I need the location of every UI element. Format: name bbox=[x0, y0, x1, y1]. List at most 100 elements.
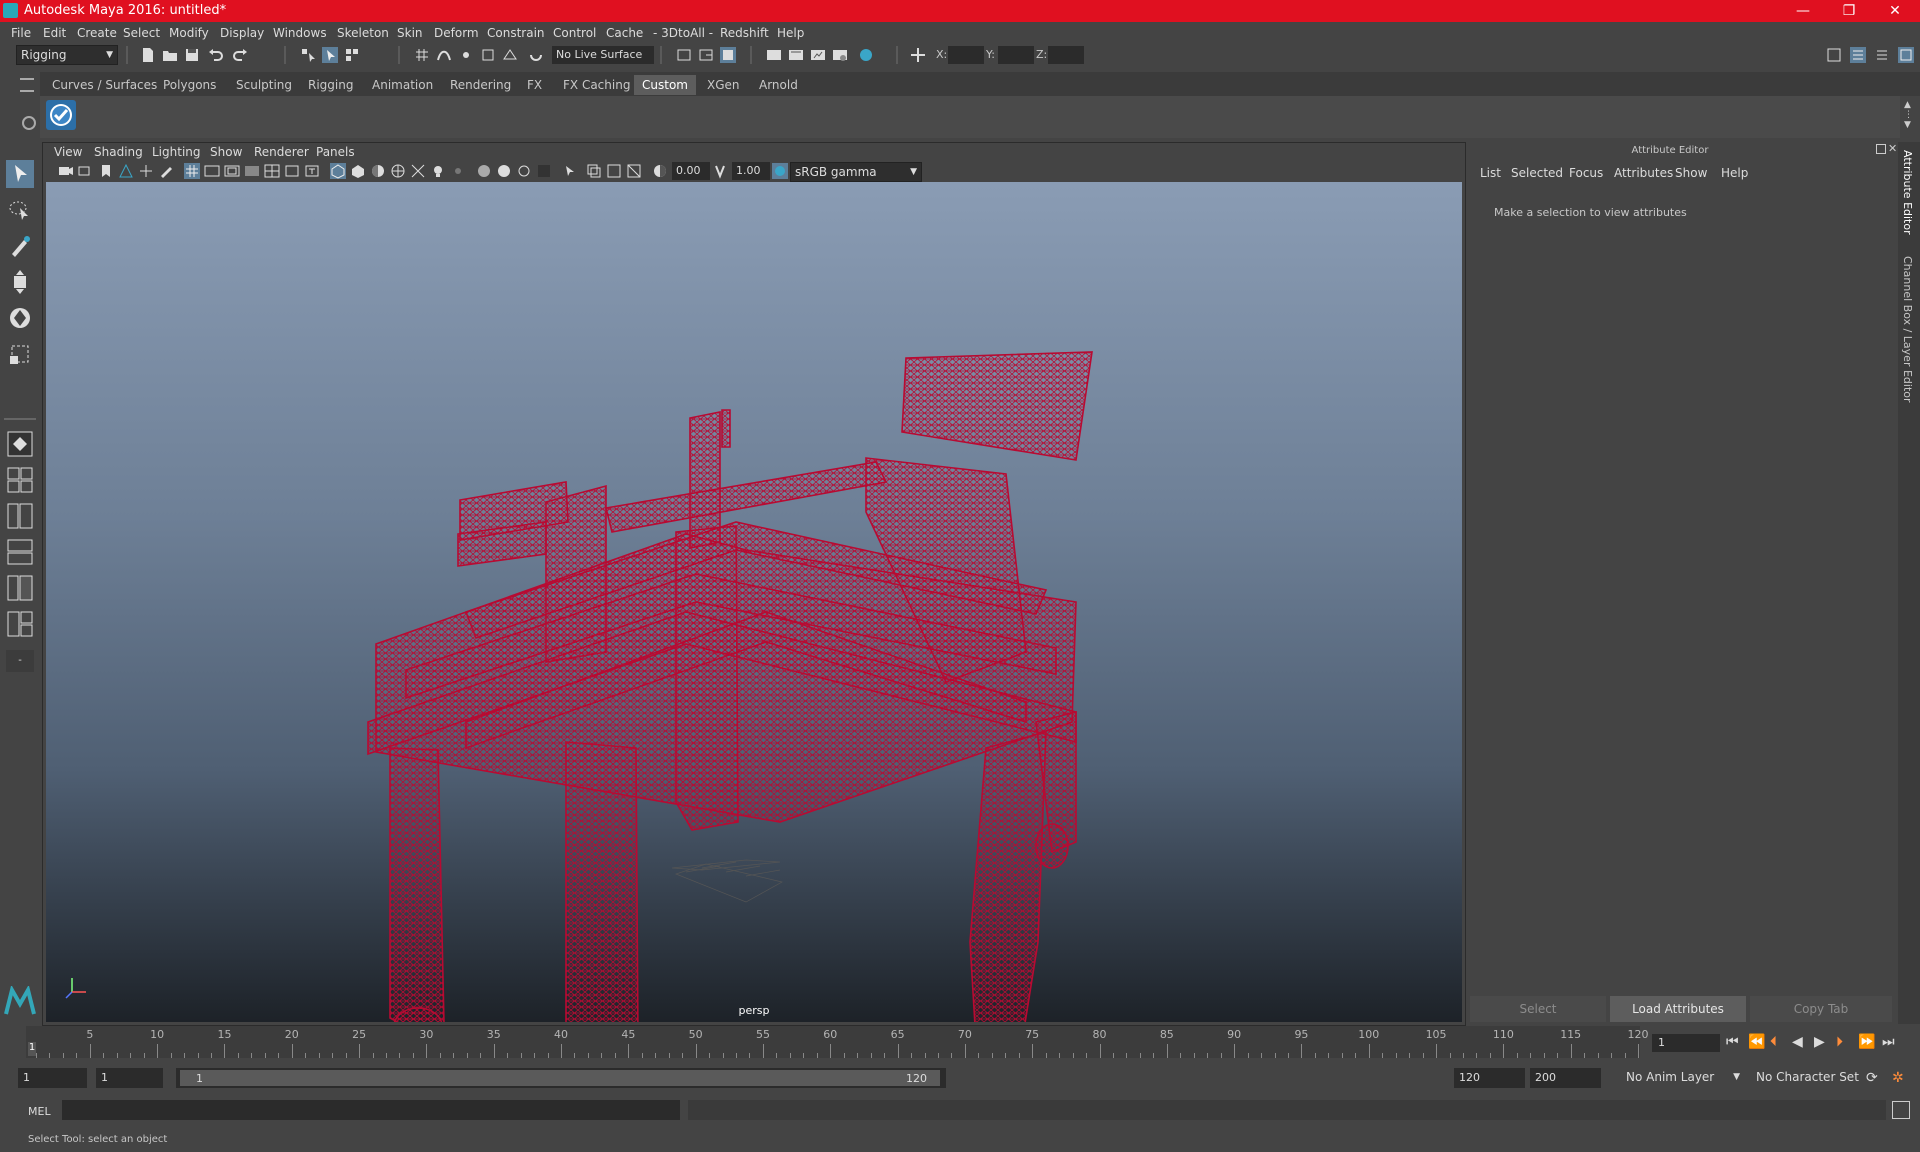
time-slider[interactable]: 5 10 15 20 25 30 35 40 45 50 55 60 65 70 75 80 85 90 95 100… bbox=[26, 1026, 1649, 1058]
safe-title-icon[interactable] bbox=[304, 163, 320, 179]
tool-settings-icon[interactable] bbox=[1874, 47, 1890, 63]
outliner-persp-layout-icon[interactable] bbox=[6, 574, 34, 602]
close-button[interactable]: ✕ bbox=[1872, 0, 1918, 22]
shelf-tab-fx[interactable]: FX bbox=[519, 75, 550, 95]
persp-trax-layout-icon[interactable] bbox=[6, 610, 34, 638]
viewport-menu-panels[interactable]: Panels bbox=[316, 145, 355, 159]
field-chart-icon[interactable] bbox=[264, 163, 280, 179]
shelf-tab-xgen[interactable]: XGen bbox=[699, 75, 748, 95]
menuset-dropdown[interactable]: Rigging ▼ bbox=[16, 45, 118, 65]
default-material-icon[interactable] bbox=[370, 163, 386, 179]
shelf-tab-polygons[interactable]: Polygons bbox=[155, 75, 224, 95]
input-ops-icon[interactable] bbox=[676, 47, 692, 63]
toolbox-more-button[interactable]: - bbox=[6, 650, 34, 672]
save-scene-icon[interactable] bbox=[184, 47, 200, 63]
select-tool-icon[interactable] bbox=[6, 160, 34, 188]
step-back-key-icon[interactable]: ⏪ bbox=[1748, 1034, 1765, 1050]
snap-grid-icon[interactable] bbox=[414, 47, 430, 63]
command-input[interactable] bbox=[62, 1100, 680, 1120]
shelf-tab-custom[interactable]: Custom bbox=[634, 75, 696, 95]
ae-menu-help[interactable]: Help bbox=[1721, 166, 1748, 180]
menu-redshift[interactable]: Redshift bbox=[720, 26, 769, 40]
output-ops-icon[interactable] bbox=[698, 47, 714, 63]
step-forward-key-icon[interactable]: ⏩ bbox=[1858, 1034, 1875, 1050]
side-tab-attribute-editor[interactable]: Attribute Editor bbox=[1901, 150, 1914, 235]
shelf-settings-icon[interactable] bbox=[22, 116, 36, 130]
viewport-menu-show[interactable]: Show bbox=[210, 145, 242, 159]
y-field[interactable] bbox=[998, 46, 1034, 64]
camera-attributes-icon[interactable] bbox=[78, 163, 94, 179]
render-frame-icon[interactable] bbox=[788, 47, 804, 63]
2d-pan-zoom-icon[interactable] bbox=[138, 163, 154, 179]
exposure-field[interactable]: 0.00 bbox=[672, 162, 710, 180]
menu-display[interactable]: Display bbox=[220, 26, 264, 40]
wireframe-machine-model[interactable] bbox=[46, 182, 1462, 1022]
anim-layer-dropdown[interactable]: No Anim Layer ▼ bbox=[1622, 1068, 1742, 1088]
menu-control[interactable]: Control bbox=[553, 26, 596, 40]
shelf-tab-arnold[interactable]: Arnold bbox=[751, 75, 806, 95]
render-view-icon[interactable] bbox=[766, 47, 782, 63]
smooth-shade-icon[interactable] bbox=[350, 163, 366, 179]
exposure-icon[interactable] bbox=[652, 163, 668, 179]
grease-pencil-icon[interactable] bbox=[158, 163, 174, 179]
resolution-gate-icon[interactable] bbox=[224, 163, 240, 179]
viewport-menu-view[interactable]: View bbox=[54, 145, 82, 159]
move-tool-icon[interactable] bbox=[6, 268, 34, 296]
viewport-menu-shading[interactable]: Shading bbox=[94, 145, 143, 159]
menu-file[interactable]: File bbox=[11, 26, 31, 40]
range-slider-bar[interactable] bbox=[180, 1070, 940, 1086]
select-component-icon[interactable] bbox=[344, 47, 360, 63]
bookmark-icon[interactable] bbox=[98, 163, 114, 179]
menu-select[interactable]: Select bbox=[123, 26, 160, 40]
script-editor-icon[interactable] bbox=[1892, 1101, 1910, 1119]
persp-outliner-layout-icon[interactable] bbox=[6, 502, 34, 530]
persp-graph-layout-icon[interactable] bbox=[6, 538, 34, 566]
shelf-tab-animation[interactable]: Animation bbox=[364, 75, 441, 95]
undo-icon[interactable] bbox=[208, 47, 224, 63]
modeling-toolkit-icon[interactable] bbox=[1826, 47, 1842, 63]
shelf-tab-fx-caching[interactable]: FX Caching bbox=[555, 75, 638, 95]
film-gate-icon[interactable] bbox=[204, 163, 220, 179]
shelf-tab-rigging[interactable]: Rigging bbox=[300, 75, 361, 95]
make-live-icon[interactable] bbox=[528, 47, 544, 63]
playback-start-field[interactable]: 1 bbox=[96, 1068, 163, 1088]
minimize-button[interactable]: — bbox=[1780, 0, 1826, 22]
snap-view-plane-icon[interactable] bbox=[480, 47, 496, 63]
grid-toggle-icon[interactable] bbox=[184, 163, 200, 179]
ae-menu-attributes[interactable]: Attributes bbox=[1614, 166, 1673, 180]
shadows-icon[interactable] bbox=[450, 163, 466, 179]
script-language-label[interactable]: MEL bbox=[28, 1105, 51, 1118]
camera-select-icon[interactable] bbox=[58, 163, 74, 179]
menu-cache[interactable]: Cache bbox=[606, 26, 643, 40]
menu-edit[interactable]: Edit bbox=[43, 26, 66, 40]
wireframe-on-shaded-icon[interactable] bbox=[390, 163, 406, 179]
perspective-viewport[interactable]: persp bbox=[46, 182, 1462, 1022]
transform-mode-icon[interactable] bbox=[910, 47, 926, 63]
textured-icon[interactable] bbox=[410, 163, 426, 179]
xray-joints-icon[interactable] bbox=[606, 163, 622, 179]
ae-menu-show[interactable]: Show bbox=[1675, 166, 1707, 180]
side-tab-channel-box[interactable]: Channel Box / Layer Editor bbox=[1901, 256, 1914, 403]
live-surface-field[interactable]: No Live Surface bbox=[552, 46, 654, 64]
new-scene-icon[interactable] bbox=[140, 47, 156, 63]
z-field[interactable] bbox=[1048, 46, 1084, 64]
current-frame-field[interactable]: 1 bbox=[1652, 1034, 1720, 1052]
construction-history-icon[interactable] bbox=[720, 47, 736, 63]
viewport-menu-renderer[interactable]: Renderer bbox=[254, 145, 309, 159]
paint-select-tool-icon[interactable] bbox=[6, 232, 34, 260]
gate-mask-icon[interactable] bbox=[244, 163, 260, 179]
render-settings-icon[interactable] bbox=[832, 47, 848, 63]
step-forward-frame-icon[interactable]: ⏵ bbox=[1836, 1034, 1843, 1050]
menu-create[interactable]: Create bbox=[77, 26, 117, 40]
play-backwards-icon[interactable]: ◀ bbox=[1792, 1034, 1803, 1050]
menu-constrain[interactable]: Constrain bbox=[487, 26, 545, 40]
motion-blur-icon[interactable] bbox=[496, 163, 512, 179]
ae-select-button[interactable]: Select bbox=[1470, 996, 1606, 1022]
go-to-start-icon[interactable]: ⏮ bbox=[1726, 1034, 1739, 1050]
go-to-end-icon[interactable]: ⏭ bbox=[1882, 1034, 1895, 1050]
maximize-button[interactable]: ❐ bbox=[1826, 0, 1872, 22]
gamma-icon[interactable] bbox=[712, 163, 728, 179]
ipr-render-icon[interactable] bbox=[810, 47, 826, 63]
open-scene-icon[interactable] bbox=[162, 47, 178, 63]
animation-preferences-icon[interactable]: ✲ bbox=[1892, 1070, 1904, 1086]
